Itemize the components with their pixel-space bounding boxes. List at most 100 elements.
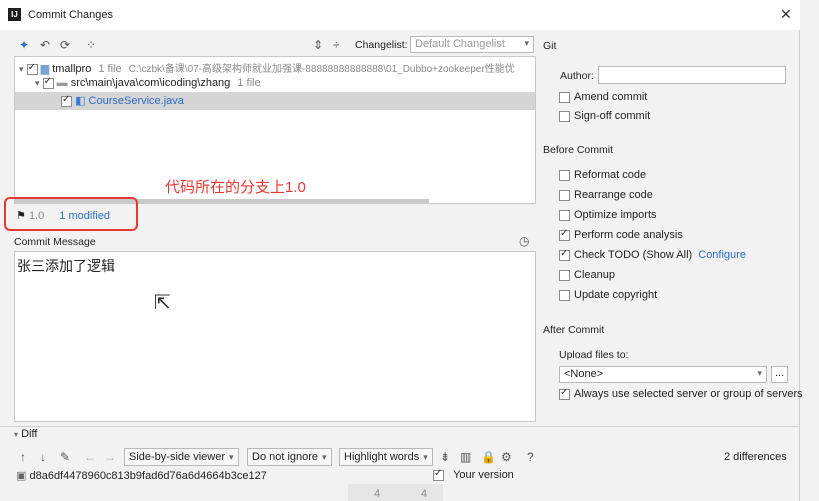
arrow-right-icon[interactable]: → [104, 450, 116, 464]
upload-select[interactable]: <None> ▾ [559, 366, 767, 383]
rearrange-code-option[interactable]: Rearrange code [559, 189, 653, 201]
check-todo-label: Check TODO (Show All) [574, 249, 693, 261]
amend-commit-option[interactable]: Amend commit [559, 91, 647, 103]
annotation-text: 代码所在的分支上1.0 [165, 179, 306, 196]
rearrange-code-checkbox[interactable] [559, 189, 570, 201]
check-todo-option[interactable]: Check TODO (Show All) Configure [559, 248, 746, 261]
chevron-down-icon: ▾ [423, 452, 428, 462]
ignore-select[interactable]: Do not ignore ▾ [247, 448, 332, 466]
upload-more-button[interactable]: ... [771, 366, 788, 383]
diff-section-header[interactable]: ▾ Diff [14, 428, 37, 440]
chevron-down-icon: ▾ [757, 368, 762, 378]
optimize-imports-option[interactable]: Optimize imports [559, 209, 657, 221]
arrow-up-icon[interactable]: ↑ [20, 450, 26, 464]
divider [0, 426, 800, 427]
optimize-imports-checkbox[interactable] [559, 209, 570, 221]
group-by-icon[interactable]: ⁘ [86, 38, 96, 52]
rollback-icon[interactable]: ↶ [40, 38, 50, 52]
author-label: Author: [560, 70, 594, 82]
chevron-down-icon: ▾ [322, 452, 327, 462]
cleanup-checkbox[interactable] [559, 269, 570, 281]
viewer-select[interactable]: Side-by-side viewer ▾ [124, 448, 239, 466]
right-revision: Your version [433, 468, 514, 481]
gear-icon[interactable]: ⚙ [501, 450, 512, 464]
chevron-down-icon: ▾ [228, 452, 234, 462]
cleanup-label: Cleanup [574, 269, 615, 281]
changelist-select[interactable]: Default Changelist ▾ [410, 36, 534, 53]
chevron-down-icon: ▾ [524, 38, 529, 48]
amend-commit-checkbox[interactable] [559, 91, 570, 103]
arrow-left-icon[interactable]: ← [84, 450, 96, 464]
signoff-commit-checkbox[interactable] [559, 110, 570, 122]
viewer-value: Side-by-side viewer [129, 451, 225, 463]
intellij-icon: IJ [8, 8, 21, 21]
title-bar: IJ Commit Changes ✕ [0, 0, 800, 30]
line-gutter [348, 484, 443, 501]
folder-icon: ▬ [56, 77, 68, 89]
root-name: tmallpro [52, 63, 92, 75]
optimize-imports-label: Optimize imports [574, 209, 657, 221]
reformat-code-option[interactable]: Reformat code [559, 169, 646, 181]
folder-name: src\main\java\com\icoding\zhang [70, 77, 231, 89]
module-icon: ▆ [40, 63, 50, 75]
commit-message-text: 张三添加了逻辑 [17, 259, 115, 275]
update-copyright-label: Update copyright [574, 289, 658, 301]
author-input[interactable] [598, 66, 786, 84]
root-count: 1 file [98, 63, 122, 75]
folder-checkbox[interactable] [42, 76, 54, 89]
modified-count[interactable]: 1 modified [59, 210, 110, 222]
update-copyright-checkbox[interactable] [559, 289, 570, 301]
folder-count: 1 file [237, 77, 261, 89]
code-analysis-option[interactable]: Perform code analysis [559, 228, 683, 241]
left-revision: ▣ d8a6df4478960c813b9fad6d76a6d4664b3ce1… [16, 469, 267, 482]
always-use-label: Always use selected server or group of s… [574, 388, 803, 400]
close-icon[interactable]: ✕ [780, 6, 792, 23]
upload-value: <None> [564, 368, 604, 380]
check-todo-checkbox[interactable] [559, 248, 570, 261]
commit-message-label: Commit Message [14, 236, 96, 248]
cleanup-option[interactable]: Cleanup [559, 269, 615, 281]
always-use-checkbox[interactable] [559, 387, 570, 400]
mouse-cursor-icon: ⇱ [154, 292, 171, 314]
history-clock-icon[interactable]: ◷ [519, 234, 529, 248]
chevron-down-icon[interactable]: ▾ [19, 64, 24, 74]
expand-all-icon[interactable]: ⇕ [313, 38, 323, 52]
update-copyright-option[interactable]: Update copyright [559, 289, 657, 301]
commit-message-editor[interactable]: 张三添加了逻辑 [14, 251, 536, 422]
configure-link[interactable]: Configure [698, 249, 746, 261]
lock-icon[interactable]: 🔒 [481, 450, 496, 464]
changelist-value: Default Changelist [415, 38, 505, 50]
refresh-icon[interactable]: ⟳ [60, 38, 70, 52]
show-diff-icon[interactable]: ✦ [19, 38, 29, 52]
arrow-down-icon[interactable]: ↓ [40, 450, 46, 464]
upload-label: Upload files to: [559, 349, 629, 361]
right-line-number: 4 [421, 488, 428, 500]
chevron-down-icon[interactable]: ▾ [14, 430, 18, 439]
file-name: CourseService.java [88, 95, 184, 107]
amend-commit-label: Amend commit [574, 91, 648, 103]
collapse-unchanged-icon[interactable]: ⇟ [440, 450, 450, 464]
rearrange-code-label: Rearrange code [574, 189, 653, 201]
sync-scroll-icon[interactable]: ▥ [460, 450, 471, 464]
branch-name: 1.0 [28, 210, 45, 222]
collapse-all-icon[interactable]: ÷ [333, 38, 340, 52]
highlight-value: Highlight words [344, 451, 420, 463]
code-analysis-checkbox[interactable] [559, 228, 570, 241]
your-version-checkbox[interactable] [433, 468, 444, 481]
your-version-label: Your version [453, 469, 514, 481]
signoff-commit-option[interactable]: Sign-off commit [559, 110, 650, 122]
more-label: ... [775, 367, 785, 379]
always-use-option[interactable]: Always use selected server or group of s… [559, 387, 803, 400]
tree-root-row[interactable]: ▾ ▆ tmallpro 1 file C:\czbk\备课\07-高级架构师就… [19, 60, 515, 75]
tree-file-row[interactable]: ◧ CourseService.java [61, 94, 184, 107]
highlight-select[interactable]: Highlight words ▾ [339, 448, 433, 466]
tree-folder-row[interactable]: ▾ ▬ src\main\java\com\icoding\zhang 1 fi… [35, 76, 261, 89]
root-checkbox[interactable] [26, 62, 38, 75]
help-icon[interactable]: ? [527, 450, 534, 464]
changelist-label: Changelist: [355, 39, 408, 51]
file-checkbox[interactable] [61, 94, 72, 107]
chevron-down-icon[interactable]: ▾ [35, 78, 40, 88]
reformat-code-label: Reformat code [574, 169, 647, 181]
reformat-code-checkbox[interactable] [559, 169, 570, 181]
edit-icon[interactable]: ✎ [60, 450, 70, 464]
